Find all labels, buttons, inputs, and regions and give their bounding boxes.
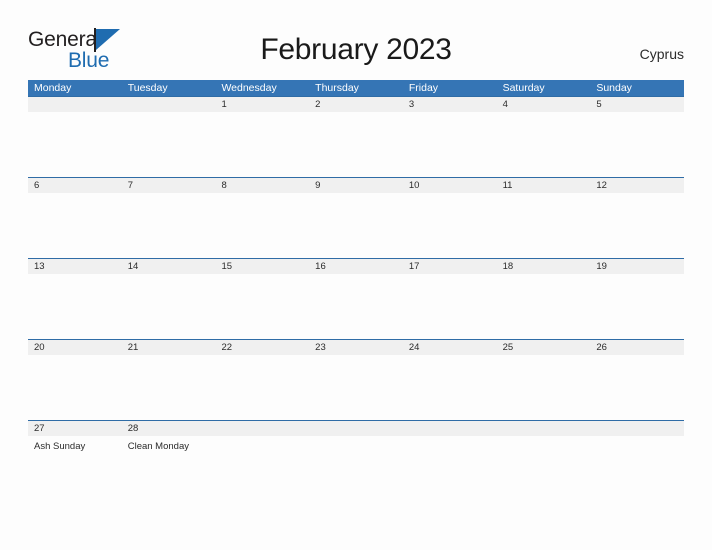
page-title: February 2023 [260,33,452,66]
week-event-band: Ash Sunday Clean Monday [28,436,684,456]
day-event [403,112,497,132]
day-event: Ash Sunday [34,441,86,452]
day-number[interactable]: 13 [28,259,122,274]
day-number[interactable]: 7 [122,178,216,193]
day-number[interactable] [122,97,216,112]
week-row: 1 2 3 4 5 [28,96,684,177]
day-number[interactable]: 2 [309,97,403,112]
day-number[interactable]: 28 [122,421,216,436]
day-event [497,112,591,132]
day-event [215,355,309,375]
day-event: Clean Monday [127,441,189,452]
day-number[interactable]: 21 [122,340,216,355]
day-number[interactable]: 16 [309,259,403,274]
day-event [215,436,309,456]
week-row: 20 21 22 23 24 25 26 [28,339,684,420]
day-event [122,193,216,213]
day-event [215,274,309,294]
day-number[interactable]: 18 [497,259,591,274]
day-number[interactable] [403,421,497,436]
day-event [309,436,403,456]
calendar-page: General Blue February 2023 Cyprus Monday… [0,0,712,550]
weekday-header-wednesday: Wednesday [221,82,277,94]
day-number[interactable] [309,421,403,436]
day-event [590,193,684,213]
day-event [28,112,122,132]
week-date-band: 1 2 3 4 5 [28,97,684,112]
day-number[interactable]: 9 [309,178,403,193]
day-event [497,355,591,375]
weekday-header-saturday: Saturday [502,82,545,94]
day-event [309,193,403,213]
day-event [28,193,122,213]
day-event [309,112,403,132]
day-number[interactable] [215,421,309,436]
day-number[interactable]: 26 [590,340,684,355]
day-event [497,436,591,456]
calendar-grid: Monday Tuesday Wednesday Thursday Friday… [28,80,684,466]
day-number[interactable]: 23 [309,340,403,355]
day-number[interactable] [590,421,684,436]
day-event [215,112,309,132]
day-event [403,274,497,294]
weekday-header-monday: Monday [34,82,72,94]
day-event [309,274,403,294]
day-event [28,274,122,294]
page-header: General Blue February 2023 Cyprus [0,0,712,80]
day-number[interactable]: 6 [28,178,122,193]
day-event [215,193,309,213]
day-number[interactable]: 4 [497,97,591,112]
day-number[interactable]: 11 [497,178,591,193]
day-number[interactable]: 17 [403,259,497,274]
weekday-header-row: Monday Tuesday Wednesday Thursday Friday… [28,80,684,96]
week-row: 13 14 15 16 17 18 19 [28,258,684,339]
day-event [590,112,684,132]
country-label: Cyprus [639,46,684,62]
day-event [122,274,216,294]
week-event-band [28,274,684,294]
week-row: 27 28 Ash Sunday Clean Monday [28,420,684,466]
day-number[interactable]: 15 [215,259,309,274]
day-number[interactable] [497,421,591,436]
week-date-band: 6 7 8 9 10 11 12 [28,178,684,193]
day-number[interactable]: 20 [28,340,122,355]
day-number[interactable]: 14 [122,259,216,274]
week-date-band: 27 28 [28,421,684,436]
day-number[interactable]: 12 [590,178,684,193]
week-date-band: 20 21 22 23 24 25 26 [28,340,684,355]
day-event [497,274,591,294]
day-number[interactable]: 24 [403,340,497,355]
week-date-band: 13 14 15 16 17 18 19 [28,259,684,274]
week-event-band [28,355,684,375]
day-event [590,436,684,456]
day-number[interactable]: 27 [28,421,122,436]
day-event [309,355,403,375]
week-event-band [28,193,684,213]
day-event [403,355,497,375]
day-number[interactable]: 10 [403,178,497,193]
day-number[interactable] [28,97,122,112]
day-event [28,355,122,375]
weekday-header-tuesday: Tuesday [127,82,168,94]
day-event [590,274,684,294]
day-event [497,193,591,213]
day-number[interactable]: 5 [590,97,684,112]
day-event [590,355,684,375]
day-number[interactable]: 19 [590,259,684,274]
day-event [122,112,216,132]
day-number[interactable]: 1 [215,97,309,112]
weekday-header-thursday: Thursday [315,82,359,94]
day-event [122,355,216,375]
day-event [403,436,497,456]
day-number[interactable]: 8 [215,178,309,193]
day-number[interactable]: 3 [403,97,497,112]
day-event [403,193,497,213]
week-row: 6 7 8 9 10 11 12 [28,177,684,258]
weekday-header-sunday: Sunday [596,82,632,94]
day-number[interactable]: 25 [497,340,591,355]
day-number[interactable]: 22 [215,340,309,355]
weekday-header-friday: Friday [408,82,439,94]
week-event-band [28,112,684,132]
